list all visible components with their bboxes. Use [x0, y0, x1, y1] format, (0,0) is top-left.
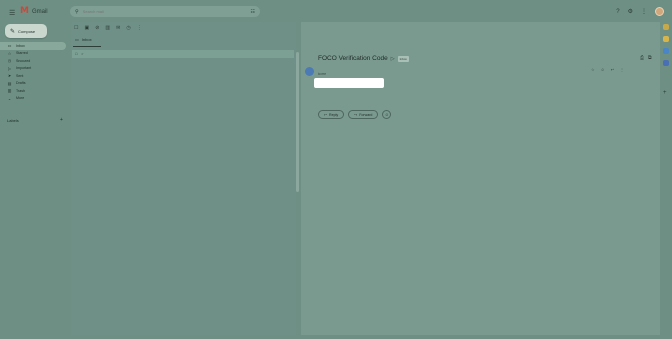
sidebar-item-label: Inbox — [16, 43, 25, 48]
add-label-button[interactable]: + — [60, 117, 63, 123]
search-bar[interactable]: ⚲ ☷ — [70, 6, 260, 17]
mark-unread-icon[interactable]: ✉ — [116, 25, 120, 31]
reply-icon[interactable]: ↩ — [611, 67, 614, 72]
inbox-icon: ▭ — [7, 43, 12, 49]
label-badge[interactable]: Inbox — [397, 55, 409, 62]
sidebar-item-inbox[interactable]: ▭ Inbox — [0, 42, 66, 50]
sidebar-item-label: More — [16, 96, 25, 101]
archive-icon[interactable]: ▣ — [84, 25, 89, 31]
reply-icon: ↩ — [324, 112, 328, 117]
sidebar-item-sent[interactable]: ➤ Sent — [0, 72, 66, 80]
recipient-line[interactable]: to me — [318, 72, 326, 76]
message-actions: ☆ ☺ ↩ ⋮ — [582, 67, 624, 72]
sidebar-item-label: Snoozed — [16, 58, 31, 63]
delete-icon[interactable]: ▥ — [105, 25, 110, 31]
sidebar-item-drafts[interactable]: ▤ Drafts — [0, 80, 66, 88]
keep-icon[interactable] — [663, 36, 669, 42]
sidebar-item-label: Sent — [16, 73, 24, 78]
contacts-icon[interactable] — [663, 60, 669, 66]
side-panel-strip: + — [660, 22, 672, 339]
sidebar-item-starred[interactable]: ☆ Starred — [0, 50, 66, 58]
apps-icon[interactable]: ⋮ — [641, 8, 647, 15]
hamburger-icon[interactable]: ☰ — [9, 9, 15, 17]
important-icon: ▷ — [7, 65, 12, 71]
gmail-logo[interactable]: M Gmail — [20, 7, 48, 16]
sidebar-nav: ▭ Inbox ☆ Starred ◷ Snoozed ▷ Important … — [0, 42, 70, 102]
more-icon[interactable]: ⋮ — [620, 67, 624, 72]
sidebar-item-label: Drafts — [16, 81, 26, 86]
message-list-pane — [71, 22, 296, 335]
email-subject: FOCO Verification Code — [318, 55, 388, 62]
reply-label: Reply — [329, 112, 339, 117]
search-options-icon[interactable]: ☷ — [251, 9, 255, 15]
report-icon[interactable]: ⊘ — [95, 25, 99, 31]
pencil-icon: ✎ — [10, 28, 16, 35]
tab-label: Inbox — [81, 37, 92, 42]
print-icon[interactable]: ⎙ — [640, 55, 644, 61]
reply-button[interactable]: ↩ Reply — [318, 110, 345, 119]
emoji-react-icon[interactable]: ☺ — [601, 67, 605, 72]
help-icon[interactable]: ? — [616, 9, 619, 15]
sidebar-item-label: Important — [16, 66, 32, 71]
avatar[interactable] — [655, 7, 664, 16]
email-title: FOCO Verification Code ▷ Inbox — [318, 55, 409, 62]
sender-avatar[interactable] — [305, 67, 314, 76]
important-marker-icon[interactable]: ▷ — [391, 56, 395, 62]
sidebar-item-trash[interactable]: ▥ Trash — [0, 87, 66, 95]
sidebar-item-more[interactable]: ⌄ More — [0, 95, 66, 103]
clock-icon: ◷ — [7, 58, 12, 64]
draft-icon: ▤ — [7, 80, 12, 86]
trash-icon: ▥ — [7, 88, 12, 94]
app-header: ☰ M Gmail ⚲ ☷ ? ⚙ ⋮ — [0, 0, 672, 22]
pane-resizer[interactable] — [296, 52, 299, 192]
forward-button[interactable]: ↪ Forward — [348, 110, 379, 119]
sidebar-item-snoozed[interactable]: ◷ Snoozed — [0, 57, 66, 65]
inbox-icon: ▭ — [75, 37, 79, 42]
gmail-m-icon: M — [20, 6, 29, 16]
otp-highlight — [314, 78, 384, 88]
sidebar-item-label: Starred — [16, 51, 28, 56]
star-icon[interactable]: ☆ — [591, 67, 595, 72]
tab-underline — [73, 46, 101, 47]
forward-icon: ↪ — [354, 112, 358, 117]
reader-top-actions: ⎙ ⧉ — [640, 55, 652, 61]
search-icon[interactable]: ⚲ — [75, 9, 79, 15]
forward-label: Forward — [359, 112, 373, 117]
emoji-icon: ☺ — [384, 112, 389, 117]
star-icon[interactable]: ☆ — [81, 52, 85, 56]
list-toolbar: ☐ ▣ ⊘ ▥ ✉ ◷ ⋮ — [74, 25, 142, 31]
search-input[interactable] — [82, 9, 233, 14]
open-new-window-icon[interactable]: ⧉ — [648, 55, 652, 61]
table-row[interactable]: ☐ ☆ — [72, 50, 294, 58]
emoji-button[interactable]: ☺ — [382, 110, 392, 119]
settings-icon[interactable]: ⚙ — [628, 8, 633, 15]
calendar-icon[interactable] — [663, 24, 669, 30]
send-icon: ➤ — [7, 73, 12, 79]
more-icon[interactable]: ⋮ — [137, 25, 142, 31]
header-right-icons: ? ⚙ ⋮ — [616, 7, 664, 16]
compose-label: Compose — [18, 28, 36, 34]
reply-actions: ↩ Reply ↪ Forward ☺ — [318, 110, 392, 119]
app-name: Gmail — [31, 8, 48, 15]
tasks-icon[interactable] — [663, 48, 669, 54]
snooze-icon[interactable]: ◷ — [126, 25, 130, 31]
add-addon-icon[interactable]: + — [663, 90, 669, 96]
select-checkbox-icon[interactable]: ☐ — [74, 25, 78, 31]
chevron-down-icon: ⌄ — [7, 95, 12, 101]
row-checkbox[interactable]: ☐ — [75, 52, 79, 56]
star-icon: ☆ — [7, 50, 12, 56]
sidebar-item-important[interactable]: ▷ Important — [0, 65, 66, 73]
labels-heading: Labels — [7, 118, 19, 123]
sidebar-item-label: Trash — [16, 88, 26, 93]
tab-inbox[interactable]: ▭ Inbox — [75, 37, 92, 42]
compose-button[interactable]: ✎ Compose — [5, 24, 47, 38]
